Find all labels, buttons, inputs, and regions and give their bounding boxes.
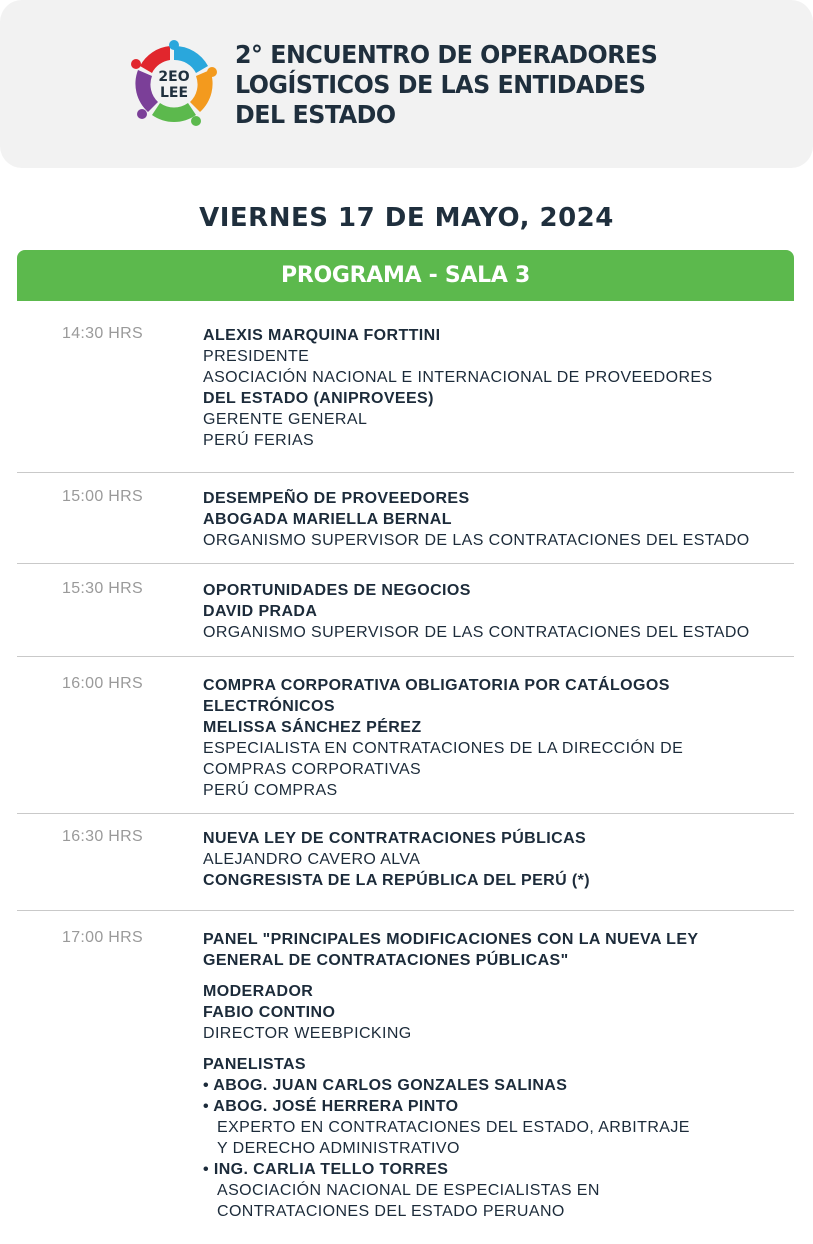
divider (17, 563, 794, 564)
logo-text-bottom: LEE (160, 85, 188, 101)
divider (17, 813, 794, 814)
event-title-line: DEL ESTADO (235, 100, 396, 129)
session-content: ALEXIS MARQUINA FORTTINI PRESIDENTE ASOC… (203, 325, 793, 451)
event-logo: 2EO LEE (131, 40, 217, 126)
organization: ASOCIACIÓN NACIONAL E INTERNACIONAL DE P… (203, 369, 713, 386)
speaker-name: DAVID PRADA (203, 603, 318, 620)
divider (17, 656, 794, 657)
organization: PERÚ FERIAS (203, 432, 315, 449)
session-topic: OPORTUNIDADES DE NEGOCIOS (203, 582, 471, 599)
date-heading: VIERNES 17 DE MAYO, 2024 (199, 203, 614, 233)
program-title: PROGRAMA - SALA 3 (281, 263, 530, 288)
event-title-line: LOGÍSTICOS DE LAS ENTIDADES (235, 70, 646, 99)
divider (17, 910, 794, 911)
panel-title: PANEL "PRINCIPALES MODIFICACIONES CON LA… (203, 931, 699, 948)
panelist-detail: EXPERTO EN CONTRATACIONES DEL ESTADO, AR… (217, 1119, 690, 1136)
session-time: 15:30 HRS (62, 580, 143, 597)
program-banner: PROGRAMA - SALA 3 (17, 250, 794, 301)
speaker-role: COMPRAS CORPORATIVAS (203, 761, 422, 778)
session-topic: ELECTRÓNICOS (203, 698, 335, 715)
organization: ORGANISMO SUPERVISOR DE LAS CONTRATACION… (203, 532, 750, 549)
session-content: DESEMPEÑO DE PROVEEDORES ABOGADA MARIELL… (203, 488, 793, 551)
panelists-label: PANELISTAS (203, 1056, 306, 1073)
session-topic: COMPRA CORPORATIVA OBLIGATORIA POR CATÁL… (203, 677, 670, 694)
organization: ORGANISMO SUPERVISOR DE LAS CONTRATACION… (203, 624, 750, 641)
organization: PERÚ COMPRAS (203, 782, 338, 799)
session-content: COMPRA CORPORATIVA OBLIGATORIA POR CATÁL… (203, 675, 793, 801)
header-card: 2EO LEE 2° ENCUENTRO DE OPERADORES LOGÍS… (0, 0, 813, 168)
session-topic: NUEVA LEY DE CONTRATRACIONES PÚBLICAS (203, 830, 587, 847)
panel-title: GENERAL DE CONTRATACIONES PÚBLICAS" (203, 952, 569, 969)
session-time: 16:00 HRS (62, 675, 143, 692)
session-time: 15:00 HRS (62, 488, 143, 505)
speaker-name: MELISSA SÁNCHEZ PÉREZ (203, 719, 422, 736)
event-title-line: 2° ENCUENTRO DE OPERADORES (235, 40, 658, 69)
panelist-detail: Y DERECHO ADMINISTRATIVO (217, 1140, 460, 1157)
speaker-name: ALEJANDRO CAVERO ALVA (203, 851, 421, 868)
speaker-role: GERENTE GENERAL (203, 411, 368, 428)
panelist-name: • ING. CARLIA TELLO TORRES (203, 1161, 449, 1178)
divider (17, 472, 794, 473)
session-content: NUEVA LEY DE CONTRATRACIONES PÚBLICAS AL… (203, 828, 793, 891)
moderator-role: DIRECTOR WEEBPICKING (203, 1025, 412, 1042)
session-content: OPORTUNIDADES DE NEGOCIOS DAVID PRADA OR… (203, 580, 793, 643)
panelist-name: • ABOG. JUAN CARLOS GONZALES SALINAS (203, 1077, 568, 1094)
session-time: 16:30 HRS (62, 828, 143, 845)
panelist-detail: CONTRATACIONES DEL ESTADO PERUANO (217, 1203, 565, 1220)
event-title: 2° ENCUENTRO DE OPERADORES LOGÍSTICOS DE… (235, 40, 682, 130)
moderator-name: FABIO CONTINO (203, 1004, 336, 1021)
session-topic: DESEMPEÑO DE PROVEEDORES (203, 490, 470, 507)
panelist-detail: ASOCIACIÓN NACIONAL DE ESPECIALISTAS EN (217, 1182, 600, 1199)
session-time: 17:00 HRS (62, 929, 143, 946)
panelist-name: • ABOG. JOSÉ HERRERA PINTO (203, 1098, 459, 1115)
speaker-name: ALEXIS MARQUINA FORTTINI (203, 327, 441, 344)
session-content: PANEL "PRINCIPALES MODIFICACIONES CON LA… (203, 929, 793, 1222)
speaker-name: ABOGADA MARIELLA BERNAL (203, 511, 452, 528)
logo-text-top: 2EO (158, 69, 189, 85)
session-time: 14:30 HRS (62, 325, 143, 342)
organization: DEL ESTADO (ANIPROVEES) (203, 390, 434, 407)
speaker-role: ESPECIALISTA EN CONTRATACIONES DE LA DIR… (203, 740, 684, 757)
speaker-role: CONGRESISTA DE LA REPÚBLICA DEL PERÚ (*) (203, 872, 590, 889)
moderator-label: MODERADOR (203, 983, 314, 1000)
speaker-role: PRESIDENTE (203, 348, 310, 365)
